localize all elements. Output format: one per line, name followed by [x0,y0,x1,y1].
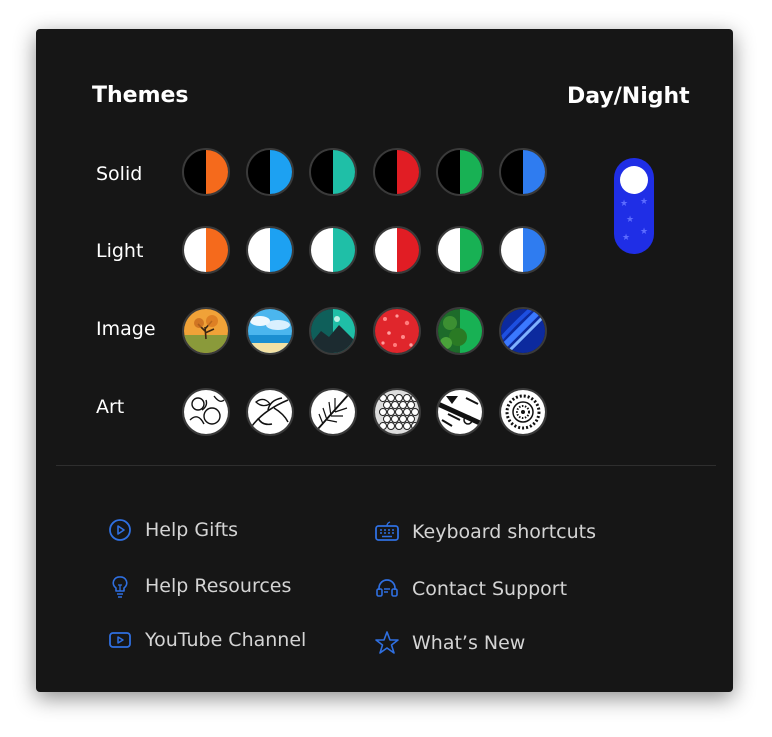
play-circle-icon [107,517,133,543]
theme-swatch-light-teal[interactable] [309,226,357,274]
theme-swatch-solid-orange[interactable] [182,148,230,196]
theme-swatch-solid-red[interactable] [373,148,421,196]
theme-swatch-light-blue[interactable] [246,226,294,274]
theme-swatch-light-green[interactable] [436,226,484,274]
theme-swatch-art-leaves[interactable] [246,388,294,436]
contact-support-label: Contact Support [412,578,568,600]
theme-swatch-art-tribal[interactable] [436,388,484,436]
theme-swatch-art-mandala[interactable] [499,388,547,436]
theme-swatch-solid-teal[interactable] [309,148,357,196]
star-outline-icon [374,630,400,656]
themes-heading: Themes [92,83,189,108]
theme-swatch-light-royal-blue[interactable] [499,226,547,274]
youtube-icon [107,627,133,653]
theme-swatch-art-floral[interactable] [182,388,230,436]
contact-support-link[interactable]: Contact Support [374,576,567,602]
row-label-solid: Solid [96,163,143,185]
star-icon: ★ [640,197,649,207]
theme-swatch-solid-blue[interactable] [246,148,294,196]
row-label-art: Art [96,396,125,418]
day-night-heading: Day/Night [567,84,690,109]
theme-swatch-light-red[interactable] [373,226,421,274]
day-night-toggle[interactable]: ★ ★ ★ ★ ★ [614,158,654,254]
theme-swatch-solid-royal-blue[interactable] [499,148,547,196]
help-gifts-link[interactable]: Help Gifts [107,517,238,543]
row-label-image: Image [96,318,156,340]
youtube-channel-label: YouTube Channel [145,629,307,651]
theme-swatch-image-beach[interactable] [246,307,294,355]
theme-swatch-image-autumn-tree[interactable] [182,307,230,355]
theme-swatch-image-blue-abstract[interactable] [499,307,547,355]
headset-icon [374,576,400,602]
toggle-knob [620,166,648,194]
star-icon: ★ [626,215,635,225]
theme-swatch-image-red-texture[interactable] [373,307,421,355]
whats-new-link[interactable]: What’s New [374,630,525,656]
help-resources-label: Help Resources [145,575,292,597]
help-gifts-label: Help Gifts [145,519,239,541]
keyboard-shortcuts-link[interactable]: Keyboard shortcuts [374,519,596,545]
theme-settings-panel: Themes Day/Night Solid Light Image Art ★… [36,29,733,692]
theme-swatch-solid-green[interactable] [436,148,484,196]
theme-swatch-image-mountain[interactable] [309,307,357,355]
star-icon: ★ [640,227,649,237]
theme-swatch-image-forest[interactable] [436,307,484,355]
keyboard-shortcuts-label: Keyboard shortcuts [412,521,597,543]
theme-swatch-light-orange[interactable] [182,226,230,274]
theme-swatch-art-hexagons[interactable] [373,388,421,436]
star-icon: ★ [622,233,631,243]
star-icon: ★ [620,199,629,209]
theme-swatch-art-feather[interactable] [309,388,357,436]
keyboard-icon [374,519,400,545]
lightbulb-icon [107,573,133,599]
help-resources-link[interactable]: Help Resources [107,573,291,599]
whats-new-label: What’s New [412,632,526,654]
section-divider [56,465,716,466]
youtube-channel-link[interactable]: YouTube Channel [107,627,306,653]
row-label-light: Light [96,240,144,262]
